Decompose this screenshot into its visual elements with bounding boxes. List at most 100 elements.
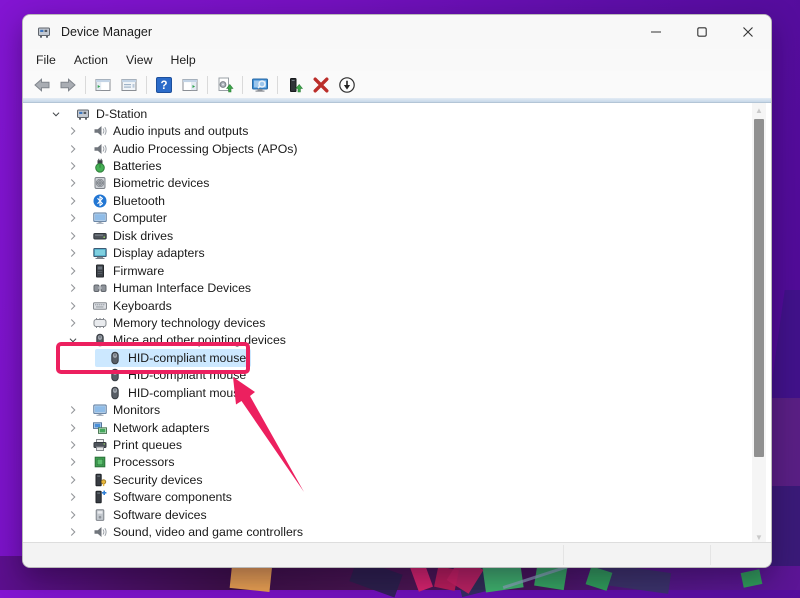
tree-item-body[interactable]: HID-compliant mouse (95, 349, 251, 367)
tree-item-computer[interactable]: Computer (23, 210, 751, 227)
tree-item-body[interactable]: Audio inputs and outputs (80, 122, 253, 140)
tree-item-display-adapters[interactable]: Display adapters (23, 245, 751, 262)
chevron-down-icon[interactable] (49, 107, 63, 121)
tree-item-processors[interactable]: Processors (23, 454, 751, 471)
device-manager-window: Device Manager FileActionViewHelp ? D-St… (22, 14, 772, 568)
chevron-right-icon[interactable] (66, 194, 80, 208)
tree-item-body[interactable]: Keyboards (80, 297, 177, 315)
chevron-right-icon[interactable] (66, 508, 80, 522)
tree-item-body[interactable]: Biometric devices (80, 174, 214, 192)
monitor-icon (92, 402, 108, 418)
tree-item-disk-drives[interactable]: Disk drives (23, 227, 751, 244)
tree-item-body[interactable]: Firmware (80, 262, 169, 280)
tree-item-hid-compliant-mouse[interactable]: HID-compliant mouse (23, 367, 751, 384)
tree-item-audio-processing-objects-apos[interactable]: Audio Processing Objects (APOs) (23, 140, 751, 157)
chevron-right-icon[interactable] (66, 159, 80, 173)
close-button[interactable] (725, 15, 771, 49)
tree-item-body[interactable]: Sound, video and game controllers (80, 523, 308, 541)
tree-item-label: HID-compliant mouse (128, 351, 246, 365)
menu-view[interactable]: View (117, 49, 161, 71)
tree-item-batteries[interactable]: Batteries (23, 157, 751, 174)
tree-item-body[interactable]: Software devices (80, 506, 212, 524)
help-button[interactable]: ? (152, 73, 176, 97)
chevron-right-icon[interactable] (66, 525, 80, 539)
tree-item-body[interactable]: Disk drives (80, 227, 178, 245)
tree-item-body[interactable]: HID-compliant mouse (95, 384, 251, 402)
tree-item-monitors[interactable]: Monitors (23, 401, 751, 418)
back-button[interactable] (30, 73, 54, 97)
wallpaper-shape (770, 486, 800, 566)
tree-item-biometric-devices[interactable]: Biometric devices (23, 175, 751, 192)
tree-item-mice-and-other-pointing-devices[interactable]: Mice and other pointing devices (23, 332, 751, 349)
tree-item-body[interactable]: Print queues (80, 436, 187, 454)
tree-item-body[interactable]: Mice and other pointing devices (80, 331, 291, 349)
tree-item-body[interactable]: Batteries (80, 157, 167, 175)
chevron-right-icon[interactable] (66, 142, 80, 156)
chevron-right-icon[interactable] (66, 246, 80, 260)
tree-item-software-components[interactable]: Software components (23, 489, 751, 506)
menu-file[interactable]: File (27, 49, 65, 71)
chevron-right-icon[interactable] (66, 176, 80, 190)
scroll-up-icon[interactable]: ▲ (752, 103, 766, 117)
chevron-right-icon[interactable] (66, 299, 80, 313)
tree-item-print-queues[interactable]: Print queues (23, 436, 751, 453)
chevron-right-icon[interactable] (66, 281, 80, 295)
tree-item-body[interactable]: Memory technology devices (80, 314, 270, 332)
title-bar[interactable]: Device Manager (23, 15, 771, 49)
tree-item-hid-compliant-mouse[interactable]: HID-compliant mouse (23, 349, 751, 366)
chevron-down-icon[interactable] (66, 333, 80, 347)
chevron-right-icon[interactable] (66, 229, 80, 243)
tree-item-body[interactable]: Audio Processing Objects (APOs) (80, 140, 303, 158)
chevron-right-icon[interactable] (66, 316, 80, 330)
wallpaper-shape (770, 398, 800, 488)
tree-item-network-adapters[interactable]: Network adapters (23, 419, 751, 436)
tree-item-body[interactable]: HID-compliant mouse (95, 366, 251, 384)
chevron-right-icon[interactable] (66, 403, 80, 417)
tree-item-body[interactable]: Computer (80, 209, 172, 227)
chevron-right-icon[interactable] (66, 211, 80, 225)
tree-item-d-station[interactable]: D-Station (23, 105, 751, 122)
chevron-right-icon[interactable] (66, 124, 80, 138)
maximize-button[interactable] (679, 15, 725, 49)
uninstall-device-button[interactable] (309, 73, 333, 97)
chevron-right-icon[interactable] (66, 438, 80, 452)
chevron-right-icon[interactable] (66, 264, 80, 278)
tree-item-audio-inputs-and-outputs[interactable]: Audio inputs and outputs (23, 122, 751, 139)
tree-item-memory-technology-devices[interactable]: Memory technology devices (23, 314, 751, 331)
tree-item-bluetooth[interactable]: Bluetooth (23, 192, 751, 209)
menu-help[interactable]: Help (161, 49, 204, 71)
scan-hardware-changes-button[interactable] (248, 73, 272, 97)
tree-item-software-devices[interactable]: Software devices (23, 506, 751, 523)
tree-item-body[interactable]: Software components (80, 488, 237, 506)
tree-item-body[interactable]: Monitors (80, 401, 165, 419)
tree-item-body[interactable]: Security devices (80, 471, 208, 489)
chevron-right-icon[interactable] (66, 473, 80, 487)
tree-item-body[interactable]: Processors (80, 453, 180, 471)
tree-item-body[interactable]: Network adapters (80, 419, 214, 437)
add-drivers-button[interactable] (283, 73, 307, 97)
chevron-right-icon[interactable] (66, 490, 80, 504)
tree-item-human-interface-devices[interactable]: Human Interface Devices (23, 279, 751, 296)
tree-item-keyboards[interactable]: Keyboards (23, 297, 751, 314)
action-pane-button[interactable] (178, 73, 202, 97)
tree-item-security-devices[interactable]: Security devices (23, 471, 751, 488)
tree-item-body[interactable]: D-Station (63, 105, 152, 123)
tree-item-body[interactable]: Bluetooth (80, 192, 170, 210)
tree-item-hid-compliant-mouse[interactable]: HID-compliant mouse (23, 384, 751, 401)
tree-item-body[interactable]: Human Interface Devices (80, 279, 256, 297)
tree-item-body[interactable]: Display adapters (80, 244, 210, 262)
properties-button[interactable] (117, 73, 141, 97)
menu-action[interactable]: Action (65, 49, 117, 71)
speaker-icon (92, 123, 108, 139)
forward-button[interactable] (56, 73, 80, 97)
update-driver-button[interactable] (213, 73, 237, 97)
disable-device-button[interactable] (335, 73, 359, 97)
show-console-tree-button[interactable] (91, 73, 115, 97)
minimize-button[interactable] (633, 15, 679, 49)
chevron-right-icon[interactable] (66, 421, 80, 435)
tree-item-firmware[interactable]: Firmware (23, 262, 751, 279)
tree-item-sound-video-and-game-controllers[interactable]: Sound, video and game controllers (23, 524, 751, 541)
chevron-right-icon[interactable] (66, 455, 80, 469)
vertical-scrollbar[interactable]: ▲ ▼ (752, 103, 766, 544)
scrollbar-thumb[interactable] (754, 119, 764, 457)
